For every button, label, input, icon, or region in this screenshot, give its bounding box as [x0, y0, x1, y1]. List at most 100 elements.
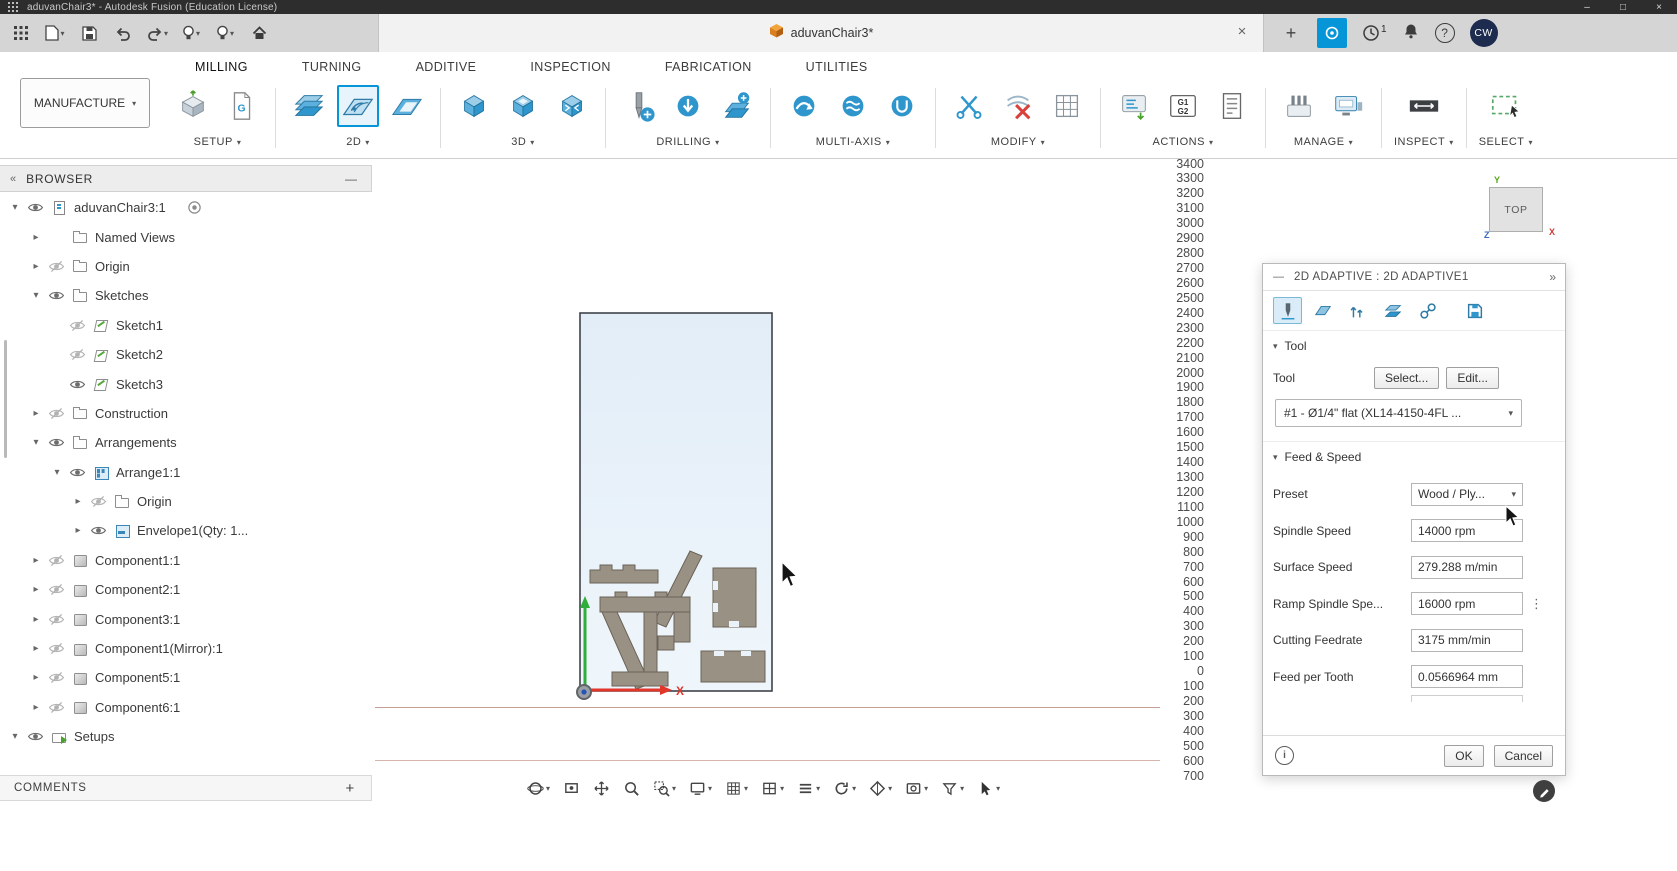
expand-arrow-icon[interactable]: ▾ [10, 731, 20, 742]
feed-value-surface-speed[interactable]: 279.288 m/min [1411, 555, 1523, 579]
heights-tab[interactable] [1343, 297, 1372, 324]
browser-item-component1-1[interactable]: ▸ Component1:1 [0, 546, 372, 575]
preset-tab[interactable] [1460, 297, 1489, 324]
feed-value-ramp-spindle-spe[interactable]: 16000 rpm [1411, 592, 1523, 616]
part-panel[interactable] [712, 567, 757, 628]
browser-item-arrange1-1[interactable]: ▾ Arrange1:1 [0, 458, 372, 487]
dialog-header[interactable]: — 2D ADAPTIVE : 2D ADAPTIVE1 » [1263, 264, 1565, 291]
expand-arrow-icon[interactable]: ▸ [31, 408, 41, 419]
window-select-icon[interactable] [1485, 85, 1527, 127]
part-leg-diagonal[interactable] [601, 611, 651, 690]
display-settings-button[interactable]: ▾ [686, 778, 715, 799]
multiaxis-flow-icon[interactable] [832, 85, 874, 127]
expand-arrow-icon[interactable]: ▸ [31, 672, 41, 683]
feed-value-feed-per-tooth[interactable]: 0.0566964 mm [1411, 665, 1523, 689]
undo-button[interactable] [108, 19, 138, 47]
ribbon-tab-inspection[interactable]: INSPECTION [503, 52, 637, 82]
drill-badge-icon[interactable] [667, 85, 709, 127]
linking-tab[interactable] [1413, 297, 1442, 324]
notifications-button[interactable] [1402, 22, 1420, 45]
expand-arrow-icon[interactable]: ▸ [31, 702, 41, 713]
setup-icon[interactable] [172, 85, 214, 127]
pan-button[interactable] [590, 778, 613, 799]
eye-off-icon[interactable] [48, 701, 65, 714]
selection-filter-button[interactable]: ▾ [938, 778, 967, 799]
window-close-button[interactable]: × [1641, 0, 1677, 14]
trim-toolpath-icon[interactable] [948, 85, 990, 127]
shading-button[interactable]: ▾ [866, 778, 895, 799]
eye-icon[interactable] [69, 466, 86, 479]
eye-off-icon[interactable] [48, 260, 65, 273]
home-button[interactable] [244, 19, 274, 47]
feed-value-preset[interactable]: Wood / Ply... ▾ [1411, 482, 1523, 506]
2d-adaptive-icon[interactable] [337, 85, 379, 127]
expand-arrow-icon[interactable]: ▸ [31, 614, 41, 625]
eye-off-icon[interactable] [48, 613, 65, 626]
ribbon-group-label[interactable]: DRILLING ▾ [656, 132, 719, 152]
expand-arrow-icon[interactable]: ▾ [31, 437, 41, 448]
post-process-icon[interactable] [1113, 85, 1155, 127]
2d-pocket-icon[interactable] [386, 85, 428, 127]
add-comment-button[interactable]: + [346, 780, 355, 797]
part-stub[interactable] [673, 611, 691, 643]
ribbon-group-label[interactable]: MODIFY ▾ [991, 132, 1045, 152]
tool-edit-button[interactable]: Edit... [1446, 367, 1499, 389]
browser-minimize-icon[interactable]: — [345, 172, 357, 186]
expand-arrow-icon[interactable]: ▸ [73, 525, 83, 536]
ribbon-group-label[interactable]: 3D ▾ [511, 132, 535, 152]
part-slat[interactable] [589, 564, 659, 584]
part-leg-vertical[interactable] [643, 611, 658, 677]
eye-off-icon[interactable] [69, 348, 86, 361]
drill-stack-icon[interactable] [716, 85, 758, 127]
grid-snaps-button[interactable]: ▾ [722, 778, 751, 799]
ribbon-group-label[interactable]: MULTI-AXIS ▾ [816, 132, 890, 152]
feedback-button[interactable] [1533, 780, 1555, 802]
window-zoom-button[interactable]: ▾ [650, 778, 679, 799]
browser-item-arrangements[interactable]: ▾ Arrangements [0, 428, 372, 457]
expand-arrow-icon[interactable]: ▸ [31, 555, 41, 566]
browser-item-component1-mirror-1[interactable]: ▸ Component1(Mirror):1 [0, 634, 372, 663]
browser-item-sketch3[interactable]: Sketch3 [0, 369, 372, 398]
tool-library-icon[interactable] [1278, 85, 1320, 127]
multiaxis-swarf-icon[interactable] [783, 85, 825, 127]
part-rail[interactable] [599, 591, 691, 613]
avatar[interactable]: CW [1469, 19, 1498, 47]
measure-icon[interactable] [1403, 85, 1445, 127]
2d-face-icon[interactable] [288, 85, 330, 127]
expand-arrow-icon[interactable]: ▸ [73, 496, 83, 507]
expand-arrow-icon[interactable]: ▾ [31, 290, 41, 301]
ribbon-group-label[interactable]: MANAGE ▾ [1294, 132, 1353, 152]
expand-arrow-icon[interactable]: ▾ [52, 467, 62, 478]
browser-item-setups[interactable]: ▾ Setups [0, 722, 372, 751]
eye-icon[interactable] [69, 378, 86, 391]
eye-icon[interactable] [48, 289, 65, 302]
browser-item-origin[interactable]: ▸ Origin [0, 487, 372, 516]
multiaxis-port-icon[interactable] [881, 85, 923, 127]
ribbon-group-label[interactable]: 2D ▾ [346, 132, 370, 152]
browser-item-component6-1[interactable]: ▸ Component6:1 [0, 693, 372, 722]
machine-library-icon[interactable] [1327, 85, 1369, 127]
expand-arrow-icon[interactable]: ▾ [10, 202, 20, 213]
app-launcher-button[interactable] [6, 19, 36, 47]
g1g2-icon[interactable]: G1 G2 [1162, 85, 1204, 127]
refresh-button[interactable]: ▾ [830, 778, 859, 799]
learning-bulb-button[interactable]: ▾ [210, 19, 240, 47]
eye-icon[interactable] [90, 524, 107, 537]
window-restore-button[interactable]: □ [1605, 0, 1641, 14]
browser-scrollbar[interactable] [4, 340, 7, 458]
browser-item-sketch2[interactable]: Sketch2 [0, 340, 372, 369]
save-button[interactable] [74, 19, 104, 47]
row-menu-icon[interactable]: ⋮ [1530, 596, 1543, 612]
expand-arrow-icon[interactable]: ▸ [31, 261, 41, 272]
feed-speed-section-header[interactable]: ▾ Feed & Speed [1263, 442, 1565, 472]
eye-icon[interactable] [48, 436, 65, 449]
passes-tab[interactable] [1378, 297, 1407, 324]
browser-header[interactable]: « BROWSER — [0, 165, 372, 192]
gcode-document-icon[interactable]: G [221, 85, 263, 127]
comments-bar[interactable]: COMMENTS + [0, 775, 372, 801]
origin-point[interactable] [576, 684, 592, 700]
title-bar[interactable]: aduvanChair3* - Autodesk Fusion (Educati… [0, 0, 1677, 14]
tool-dropdown[interactable]: #1 - Ø1/4" flat (XL14-4150-4FL ... ▾ [1275, 399, 1522, 427]
new-tab-button[interactable]: + [1280, 23, 1302, 44]
ribbon-group-label[interactable]: INSPECT ▾ [1394, 132, 1454, 152]
